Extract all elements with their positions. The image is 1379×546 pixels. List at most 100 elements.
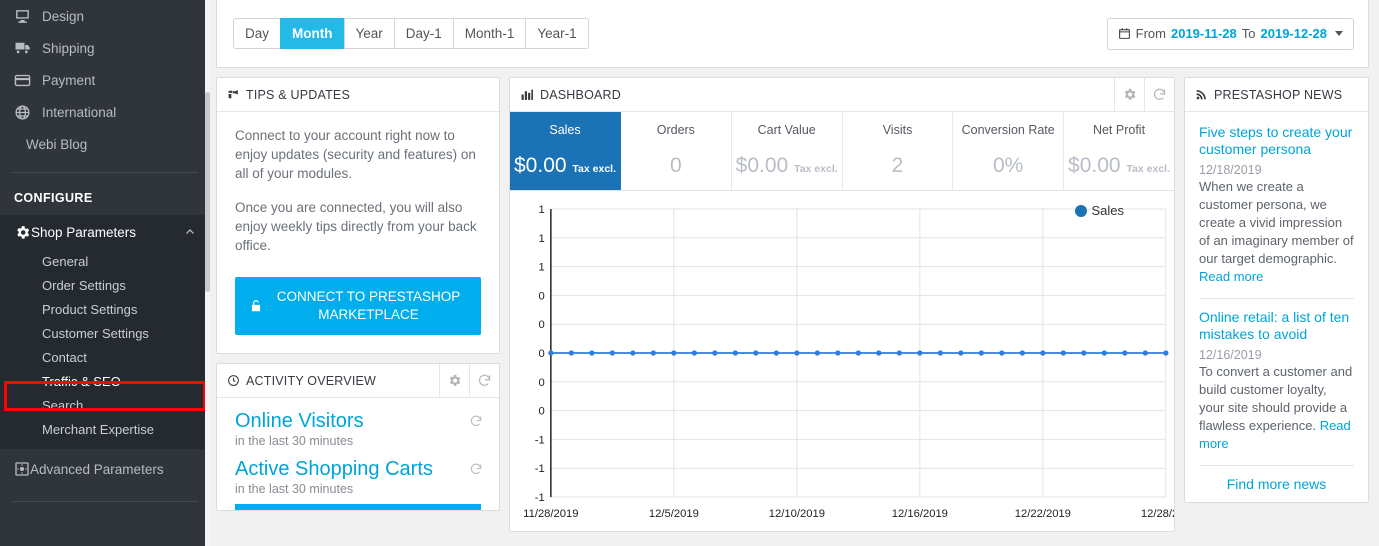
dashboard-panel-title: DASHBOARD bbox=[540, 87, 621, 102]
kpi-suffix: Tax excl. bbox=[1126, 163, 1171, 175]
sidebar-item-label: Design bbox=[42, 8, 85, 24]
kpi-label: Conversion Rate bbox=[961, 123, 1055, 137]
active-carts-subtitle: in the last 30 minutes bbox=[235, 482, 354, 496]
sidebar-subitem-order-settings[interactable]: Order Settings bbox=[0, 273, 210, 297]
sidebar-item-international[interactable]: International bbox=[0, 96, 210, 128]
news-read-more-link[interactable]: Read more bbox=[1199, 269, 1263, 284]
news-article-title[interactable]: Five steps to create your customer perso… bbox=[1199, 124, 1354, 158]
kpi-cart-value[interactable]: Cart Value $0.00 Tax excl. bbox=[732, 112, 843, 190]
sidebar-section-configure: CONFIGURE bbox=[14, 191, 93, 205]
news-article-excerpt: When we create a customer persona, we cr… bbox=[1199, 179, 1354, 266]
kpi-conversion-rate[interactable]: Conversion Rate 0% bbox=[953, 112, 1065, 190]
sidebar-subitem-general[interactable]: General bbox=[0, 249, 210, 273]
globe-icon bbox=[14, 104, 40, 121]
sidebar-subitem-merchant-expertise[interactable]: Merchant Expertise bbox=[0, 417, 210, 441]
chart-canvas: 1 1 1 0 0 0 0 0 -1 -1 -1 11/28/2019 12/5/2019 12/10/2… bbox=[523, 204, 1174, 520]
kpi-amount: $0.00 bbox=[1068, 154, 1121, 177]
kpi-orders[interactable]: Orders 0 bbox=[621, 112, 732, 190]
date-range-picker[interactable]: From 2019-11-28 To 2019-12-28 bbox=[1106, 17, 1354, 50]
kpi-value: $0.00 Tax excl. bbox=[1068, 154, 1170, 178]
date-to-value: 2019-12-28 bbox=[1260, 26, 1328, 41]
refresh-icon[interactable] bbox=[469, 462, 483, 476]
refresh-icon[interactable] bbox=[469, 364, 499, 397]
chart-legend: Sales bbox=[1075, 203, 1124, 218]
activity-row-active-carts: Active Shopping Carts in the last 30 min… bbox=[235, 456, 483, 496]
kpi-amount: $0.00 bbox=[735, 154, 789, 177]
sidebar-item-design[interactable]: Design bbox=[0, 0, 210, 32]
bar-chart-icon bbox=[520, 88, 534, 101]
svg-text:12/28/201: 12/28/201 bbox=[1141, 508, 1174, 520]
main-content: Day Month Year Day-1 Month-1 Year-1 From… bbox=[210, 0, 1379, 546]
kpi-value: $0.00 Tax excl. bbox=[514, 154, 616, 178]
range-button-year-1[interactable]: Year-1 bbox=[525, 18, 589, 49]
sidebar-item-shipping[interactable]: Shipping bbox=[0, 32, 210, 64]
sidebar-bottom-divider bbox=[12, 501, 198, 502]
tips-panel-title: TIPS & UPDATES bbox=[246, 87, 350, 102]
gear-icon[interactable] bbox=[439, 364, 469, 397]
sidebar-item-label: International bbox=[42, 104, 117, 120]
online-visitors-subtitle: in the last 30 minutes bbox=[235, 434, 354, 448]
tips-paragraph-2: Once you are connected, you will also en… bbox=[235, 200, 477, 253]
sidebar-subitem-traffic-seo[interactable]: Traffic & SEO bbox=[0, 369, 210, 393]
date-from-label: From bbox=[1135, 26, 1166, 41]
kpi-value: 0 bbox=[625, 154, 727, 178]
truck-icon bbox=[14, 39, 40, 57]
kpi-label: Orders bbox=[656, 123, 695, 137]
news-article-date: 12/18/2019 bbox=[1199, 163, 1262, 177]
sidebar-subitem-search[interactable]: Search bbox=[0, 393, 210, 417]
svg-text:-1: -1 bbox=[535, 463, 545, 475]
kpi-amount: 0% bbox=[993, 154, 1024, 177]
sidebar-item-advanced-parameters[interactable]: Advanced Parameters bbox=[0, 449, 210, 489]
date-to-label: To bbox=[1241, 26, 1256, 41]
svg-text:1: 1 bbox=[538, 262, 544, 274]
activity-panel-title: ACTIVITY OVERVIEW bbox=[246, 373, 377, 388]
range-button-month[interactable]: Month bbox=[280, 18, 344, 49]
refresh-icon[interactable] bbox=[469, 414, 483, 428]
sidebar-item-label: Shop Parameters bbox=[31, 224, 137, 240]
range-button-day[interactable]: Day bbox=[233, 18, 281, 49]
kpi-sales[interactable]: Sales $0.00 Tax excl. bbox=[510, 112, 621, 190]
online-visitors-link[interactable]: Online Visitors bbox=[235, 408, 481, 434]
news-article-text: When we create a customer persona, we cr… bbox=[1199, 178, 1354, 286]
active-shopping-carts-link[interactable]: Active Shopping Carts bbox=[235, 456, 481, 482]
tips-and-updates-panel: TIPS & UPDATES Connect to your account r… bbox=[216, 77, 500, 354]
news-separator bbox=[1199, 465, 1354, 466]
sidebar-item-webi-blog[interactable]: Webi Blog bbox=[0, 128, 210, 160]
sidebar-subitem-customer-settings[interactable]: Customer Settings bbox=[0, 321, 210, 345]
kpi-suffix: Tax excl. bbox=[572, 163, 616, 175]
svg-text:-1: -1 bbox=[535, 434, 545, 446]
connect-to-marketplace-button[interactable]: CONNECT TO PRESTASHOP MARKETPLACE bbox=[235, 277, 481, 335]
monitor-icon bbox=[14, 8, 40, 25]
kpi-visits[interactable]: Visits 2 bbox=[843, 112, 954, 190]
sidebar-item-payment[interactable]: Payment bbox=[0, 64, 210, 96]
chevron-down-icon bbox=[1335, 31, 1343, 36]
dashboard-panel-header: DASHBOARD bbox=[510, 78, 1174, 112]
sidebar-subitem-product-settings[interactable]: Product Settings bbox=[0, 297, 210, 321]
kpi-label: Cart Value bbox=[757, 123, 816, 137]
dashboard-panel: DASHBOARD Sales $0.00 Tax excl. Orders 0… bbox=[509, 77, 1175, 532]
sidebar-subitem-label: General bbox=[42, 253, 89, 269]
kpi-net-profit[interactable]: Net Profit $0.00 Tax excl. bbox=[1064, 112, 1174, 190]
activity-panel-header: ACTIVITY OVERVIEW bbox=[217, 364, 499, 398]
news-panel-title: PRESTASHOP NEWS bbox=[1214, 87, 1343, 102]
sidebar-item-shop-parameters[interactable]: Shop Parameters bbox=[0, 215, 210, 249]
find-more-news-link[interactable]: Find more news bbox=[1199, 476, 1354, 502]
tips-panel-header: TIPS & UPDATES bbox=[217, 78, 499, 112]
range-button-month-1[interactable]: Month-1 bbox=[452, 18, 526, 49]
sidebar-subitem-label: Search bbox=[42, 397, 84, 413]
date-range-toolbar: Day Month Year Day-1 Month-1 Year-1 From… bbox=[216, 0, 1369, 68]
news-article-title[interactable]: Online retail: a list of ten mistakes to… bbox=[1199, 309, 1354, 343]
svg-text:1: 1 bbox=[538, 204, 544, 216]
sidebar-subitem-label: Merchant Expertise bbox=[42, 421, 154, 437]
sidebar-item-label: Advanced Parameters bbox=[30, 461, 164, 477]
svg-text:12/5/2019: 12/5/2019 bbox=[649, 508, 699, 520]
sidebar-navigation: Design Shipping Payment International We… bbox=[0, 0, 210, 546]
clock-icon bbox=[227, 374, 240, 387]
range-button-year[interactable]: Year bbox=[343, 18, 394, 49]
wrench-icon bbox=[227, 88, 240, 101]
range-button-day-1[interactable]: Day-1 bbox=[393, 18, 453, 49]
gear-icon[interactable] bbox=[1114, 78, 1144, 111]
refresh-icon[interactable] bbox=[1144, 78, 1174, 111]
sidebar-subitem-contact[interactable]: Contact bbox=[0, 345, 210, 369]
legend-label-sales: Sales bbox=[1091, 203, 1124, 218]
